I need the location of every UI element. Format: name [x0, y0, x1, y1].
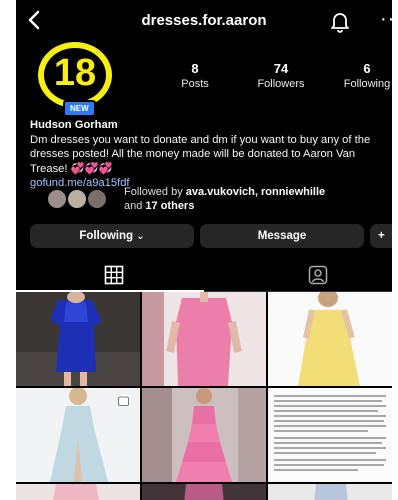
posts-count[interactable]: 8 Posts	[160, 61, 230, 90]
follower-avatar	[86, 188, 108, 210]
blue-sequin-dress-image	[16, 292, 140, 386]
profile-tabs	[16, 259, 392, 292]
partial-post-image	[16, 484, 140, 500]
avatar-number: 18	[53, 52, 97, 94]
followers-label: Followers	[257, 78, 305, 90]
bio-section: Hudson Gorham Dm dresses you want to don…	[30, 118, 390, 191]
add-person-button[interactable]: +	[370, 224, 392, 248]
follower-avatar	[66, 188, 88, 210]
followed-prefix: Followed by	[124, 186, 186, 198]
yellow-dress-image	[268, 292, 392, 386]
new-badge: NEW	[63, 100, 96, 117]
post-thumbnail[interactable]	[142, 292, 266, 386]
post-thumbnail[interactable]	[268, 484, 392, 500]
multiple-photos-icon	[118, 394, 131, 406]
followers-value: 74	[273, 61, 289, 76]
post-thumbnail[interactable]	[142, 484, 266, 500]
followed-by[interactable]: Followed by ava.vukovich, ronniewhille a…	[30, 185, 390, 213]
partial-post-image	[142, 484, 266, 500]
profile-screen: dresses.for.aaron ··· 18 NEW 8 Posts 74 …	[16, 0, 392, 500]
post-thumbnail[interactable]	[16, 292, 140, 386]
chevron-down-icon: ⌄	[136, 231, 145, 242]
followers-count[interactable]: 74 Followers	[246, 61, 316, 90]
message-button[interactable]: Message	[200, 224, 364, 248]
grid-icon[interactable]	[104, 265, 124, 285]
post-thumbnail[interactable]	[268, 388, 392, 482]
following-value: 6	[363, 61, 371, 76]
followed-by-text: Followed by ava.vukovich, ronniewhille a…	[124, 185, 325, 213]
text-post-image	[268, 388, 392, 482]
followed-and: and	[124, 200, 146, 212]
avatar[interactable]: 18 NEW	[34, 42, 126, 117]
post-thumbnail[interactable]	[16, 484, 140, 500]
top-bar: dresses.for.aaron ···	[16, 0, 392, 42]
post-thumbnail[interactable]	[268, 292, 392, 386]
followed-others: 17 others	[145, 200, 195, 212]
bio-text: Dm dresses you want to donate and dm if …	[30, 133, 371, 175]
following-label: Following	[79, 230, 134, 242]
following-count[interactable]: 6 Following	[332, 61, 392, 90]
add-person-icon: +	[378, 230, 385, 242]
partial-post-image	[268, 484, 392, 500]
tagged-icon[interactable]	[308, 265, 328, 285]
following-button[interactable]: Following ⌄	[30, 224, 194, 248]
following-label: Following	[343, 78, 391, 90]
post-thumbnail[interactable]	[142, 388, 266, 482]
pink-dress-image	[142, 292, 266, 386]
post-thumbnail[interactable]	[16, 388, 140, 482]
profile-name: Hudson Gorham	[30, 119, 118, 131]
pink-tiered-dress-image	[142, 388, 266, 482]
posts-value: 8	[191, 61, 199, 76]
followed-names: ava.vukovich, ronniewhille	[185, 186, 326, 198]
posts-label: Posts	[181, 78, 209, 90]
more-options-icon[interactable]: ···	[380, 8, 392, 31]
bell-icon[interactable]	[328, 9, 352, 33]
follower-avatar	[46, 188, 68, 210]
